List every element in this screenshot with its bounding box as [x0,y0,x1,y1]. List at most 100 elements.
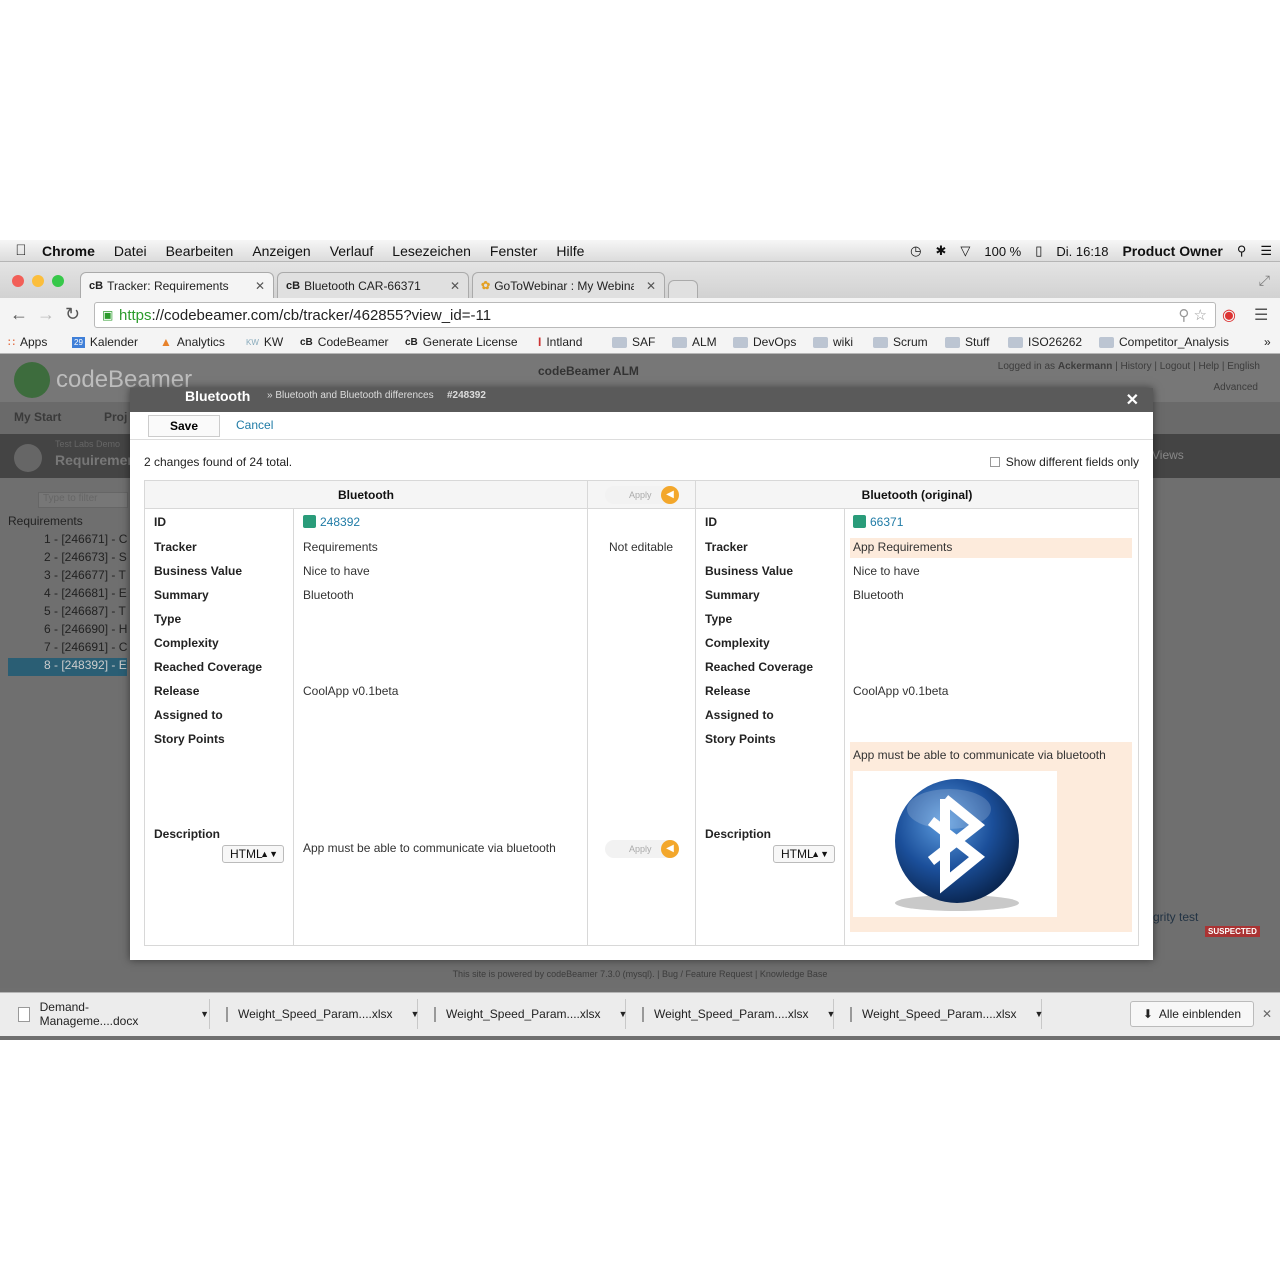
new-tab-button[interactable] [668,280,698,298]
menu-lesezeichen[interactable]: Lesezeichen [392,243,471,259]
bookmark-folder-saf[interactable]: SAF [612,335,655,349]
bookmark-kalender[interactable]: 29 Kalender [72,335,138,349]
tree-item[interactable]: 5 - [246687] - T [8,604,127,622]
chevron-down-icon[interactable]: ▼ [619,1009,628,1019]
chrome-menu-icon[interactable]: ☰ [1254,305,1268,325]
label-tracker: Tracker [705,540,748,554]
tree-item[interactable]: 7 - [246691] - C [8,640,127,658]
bluetooth-logo-image [853,771,1057,917]
menu-verlauf[interactable]: Verlauf [330,243,374,259]
show-diff-toggle[interactable]: Show different fields only [989,455,1139,469]
close-window-icon[interactable] [12,275,24,287]
bookmark-kw[interactable]: KW KW [246,335,283,349]
close-downloads-icon[interactable]: ✕ [1262,1007,1272,1021]
bookmark-folder-iso26262[interactable]: ISO26262 [1008,335,1082,349]
project-name[interactable]: Test Labs Demo [55,439,120,449]
bookmark-folder-alm[interactable]: ALM [672,335,717,349]
nav-projects[interactable]: Proj [104,410,127,424]
notification-center-icon[interactable]: ☰ [1260,243,1272,259]
tree-item[interactable]: 4 - [246681] - E [8,586,127,604]
bookmark-folder-wiki[interactable]: wiki [813,335,853,349]
bookmark-folder-stuff[interactable]: Stuff [945,335,989,349]
apply-all-button[interactable]: Apply ◀ [605,486,679,504]
tree-item[interactable]: 2 - [246673] - S [8,550,127,568]
user-name[interactable]: Product Owner [1122,243,1222,259]
bookmark-folder-devops[interactable]: DevOps [733,335,796,349]
reload-icon[interactable]: ↻ [65,304,80,325]
menu-anzeigen[interactable]: Anzeigen [252,243,310,259]
more-bookmarks-icon[interactable]: » [1264,335,1271,349]
bookmark-folder-competitor-analysis[interactable]: Competitor_Analysis [1099,335,1229,349]
advanced-search-link[interactable]: Advanced [1214,382,1258,393]
forward-icon[interactable]: → [37,304,55,325]
extension-icon[interactable]: ◉ [1222,305,1236,325]
menu-datei[interactable]: Datei [114,243,147,259]
tab-gotowebinar[interactable]: ✿ GoToWebinar : My Webinar ✕ [472,272,665,298]
clock[interactable]: Di. 16:18 [1056,244,1108,259]
apply-description-button[interactable]: Apply ◀ [605,840,679,858]
address-bar[interactable]: ▣ https://codebeamer.com/cb/tracker/4628… [94,302,1216,328]
tree-root[interactable]: Requirements [8,514,127,532]
integrity-link[interactable]: grity test [1153,910,1198,924]
wifi-icon[interactable]: ▽ [960,243,970,259]
right-id-link[interactable]: 66371 [853,515,903,529]
bookmark-codebeamer[interactable]: cB CodeBeamer [300,335,389,349]
show-diff-checkbox[interactable] [989,457,1000,467]
label-story-points: Story Points [705,732,776,746]
header-links[interactable]: | History | Logout | Help | English [1115,361,1260,372]
chevron-down-icon[interactable]: ▼ [411,1009,420,1019]
menu-hilfe[interactable]: Hilfe [556,243,584,259]
time-machine-icon[interactable]: ◷ [910,243,921,259]
close-tab-icon[interactable]: ✕ [450,279,460,293]
tree-item[interactable]: 6 - [246690] - H [8,622,127,640]
bluetooth-status-icon[interactable]: ✱ [935,243,946,259]
tree-item-selected[interactable]: 8 - [248392] - E [8,658,128,676]
chevron-down-icon[interactable]: ▼ [1035,1009,1044,1019]
bookmark-generate-license[interactable]: cB Generate License [405,335,518,349]
menu-bearbeiten[interactable]: Bearbeiten [166,243,234,259]
bookmark-star-icon[interactable]: ☆ [1194,307,1207,324]
close-tab-icon[interactable]: ✕ [255,279,265,293]
tab-bluetooth-car[interactable]: cB Bluetooth CAR-66371 ✕ [277,272,469,298]
tree-item[interactable]: 1 - [246671] - C [8,532,127,550]
download-item[interactable]: Weight_Speed_Param....xlsx ▼ [420,999,628,1029]
bookmark-label: KW [263,335,284,349]
chevron-down-icon[interactable]: ▼ [200,1009,209,1019]
right-format-select[interactable]: HTML ▲▼ [773,845,835,863]
menu-fenster[interactable]: Fenster [490,243,537,259]
bookmark-folder-scrum[interactable]: Scrum [873,335,928,349]
apple-icon[interactable]:  [0,242,42,259]
battery-percent[interactable]: 100 % [984,244,1021,259]
back-icon[interactable]: ← [10,304,28,325]
tree-filter-input[interactable]: Type to filter [38,492,128,508]
bookmark-label: Analytics [176,335,225,349]
close-icon[interactable]: ✕ [1126,390,1139,410]
download-item[interactable]: Weight_Speed_Param....xlsx ▼ [836,999,1044,1029]
zoom-window-icon[interactable] [52,275,64,287]
tree-item[interactable]: 3 - [246677] - T [8,568,127,586]
download-item[interactable]: Demand-Manageme....docx ▼ [4,999,210,1029]
download-item[interactable]: Weight_Speed_Param....xlsx ▼ [212,999,420,1029]
save-button[interactable]: Save [148,415,220,437]
views-button[interactable]: Views [1152,448,1184,462]
download-item[interactable]: Weight_Speed_Param....xlsx ▼ [628,999,836,1029]
chevron-down-icon[interactable]: ▼ [827,1009,836,1019]
bookmark-analytics[interactable]: ▲ Analytics [160,335,225,349]
fullscreen-icon[interactable]: ⤢ [1259,272,1270,289]
bookmark-apps[interactable]: ∷ Apps [8,335,47,349]
tab-tracker-requirements[interactable]: cB Tracker: Requirements ✕ [80,272,274,298]
nav-my-start[interactable]: My Start [14,410,61,424]
cancel-link[interactable]: Cancel [236,418,273,432]
minimize-window-icon[interactable] [32,275,44,287]
search-icon[interactable]: ⚲ [1178,307,1189,324]
login-user[interactable]: Ackermann [1058,361,1112,372]
bookmark-intland[interactable]: I Intland [538,335,582,349]
download-filename: Demand-Manageme....docx [39,1000,139,1028]
not-editable-note: Not editable [609,540,674,554]
spotlight-icon[interactable]: ⚲ [1237,243,1247,259]
close-tab-icon[interactable]: ✕ [646,279,656,293]
show-all-downloads-button[interactable]: ⬇ Alle einblenden [1129,1001,1254,1027]
left-id-link[interactable]: 248392 [303,515,360,529]
left-format-select[interactable]: HTML ▲▼ [222,845,284,863]
menu-app-name[interactable]: Chrome [42,243,95,259]
